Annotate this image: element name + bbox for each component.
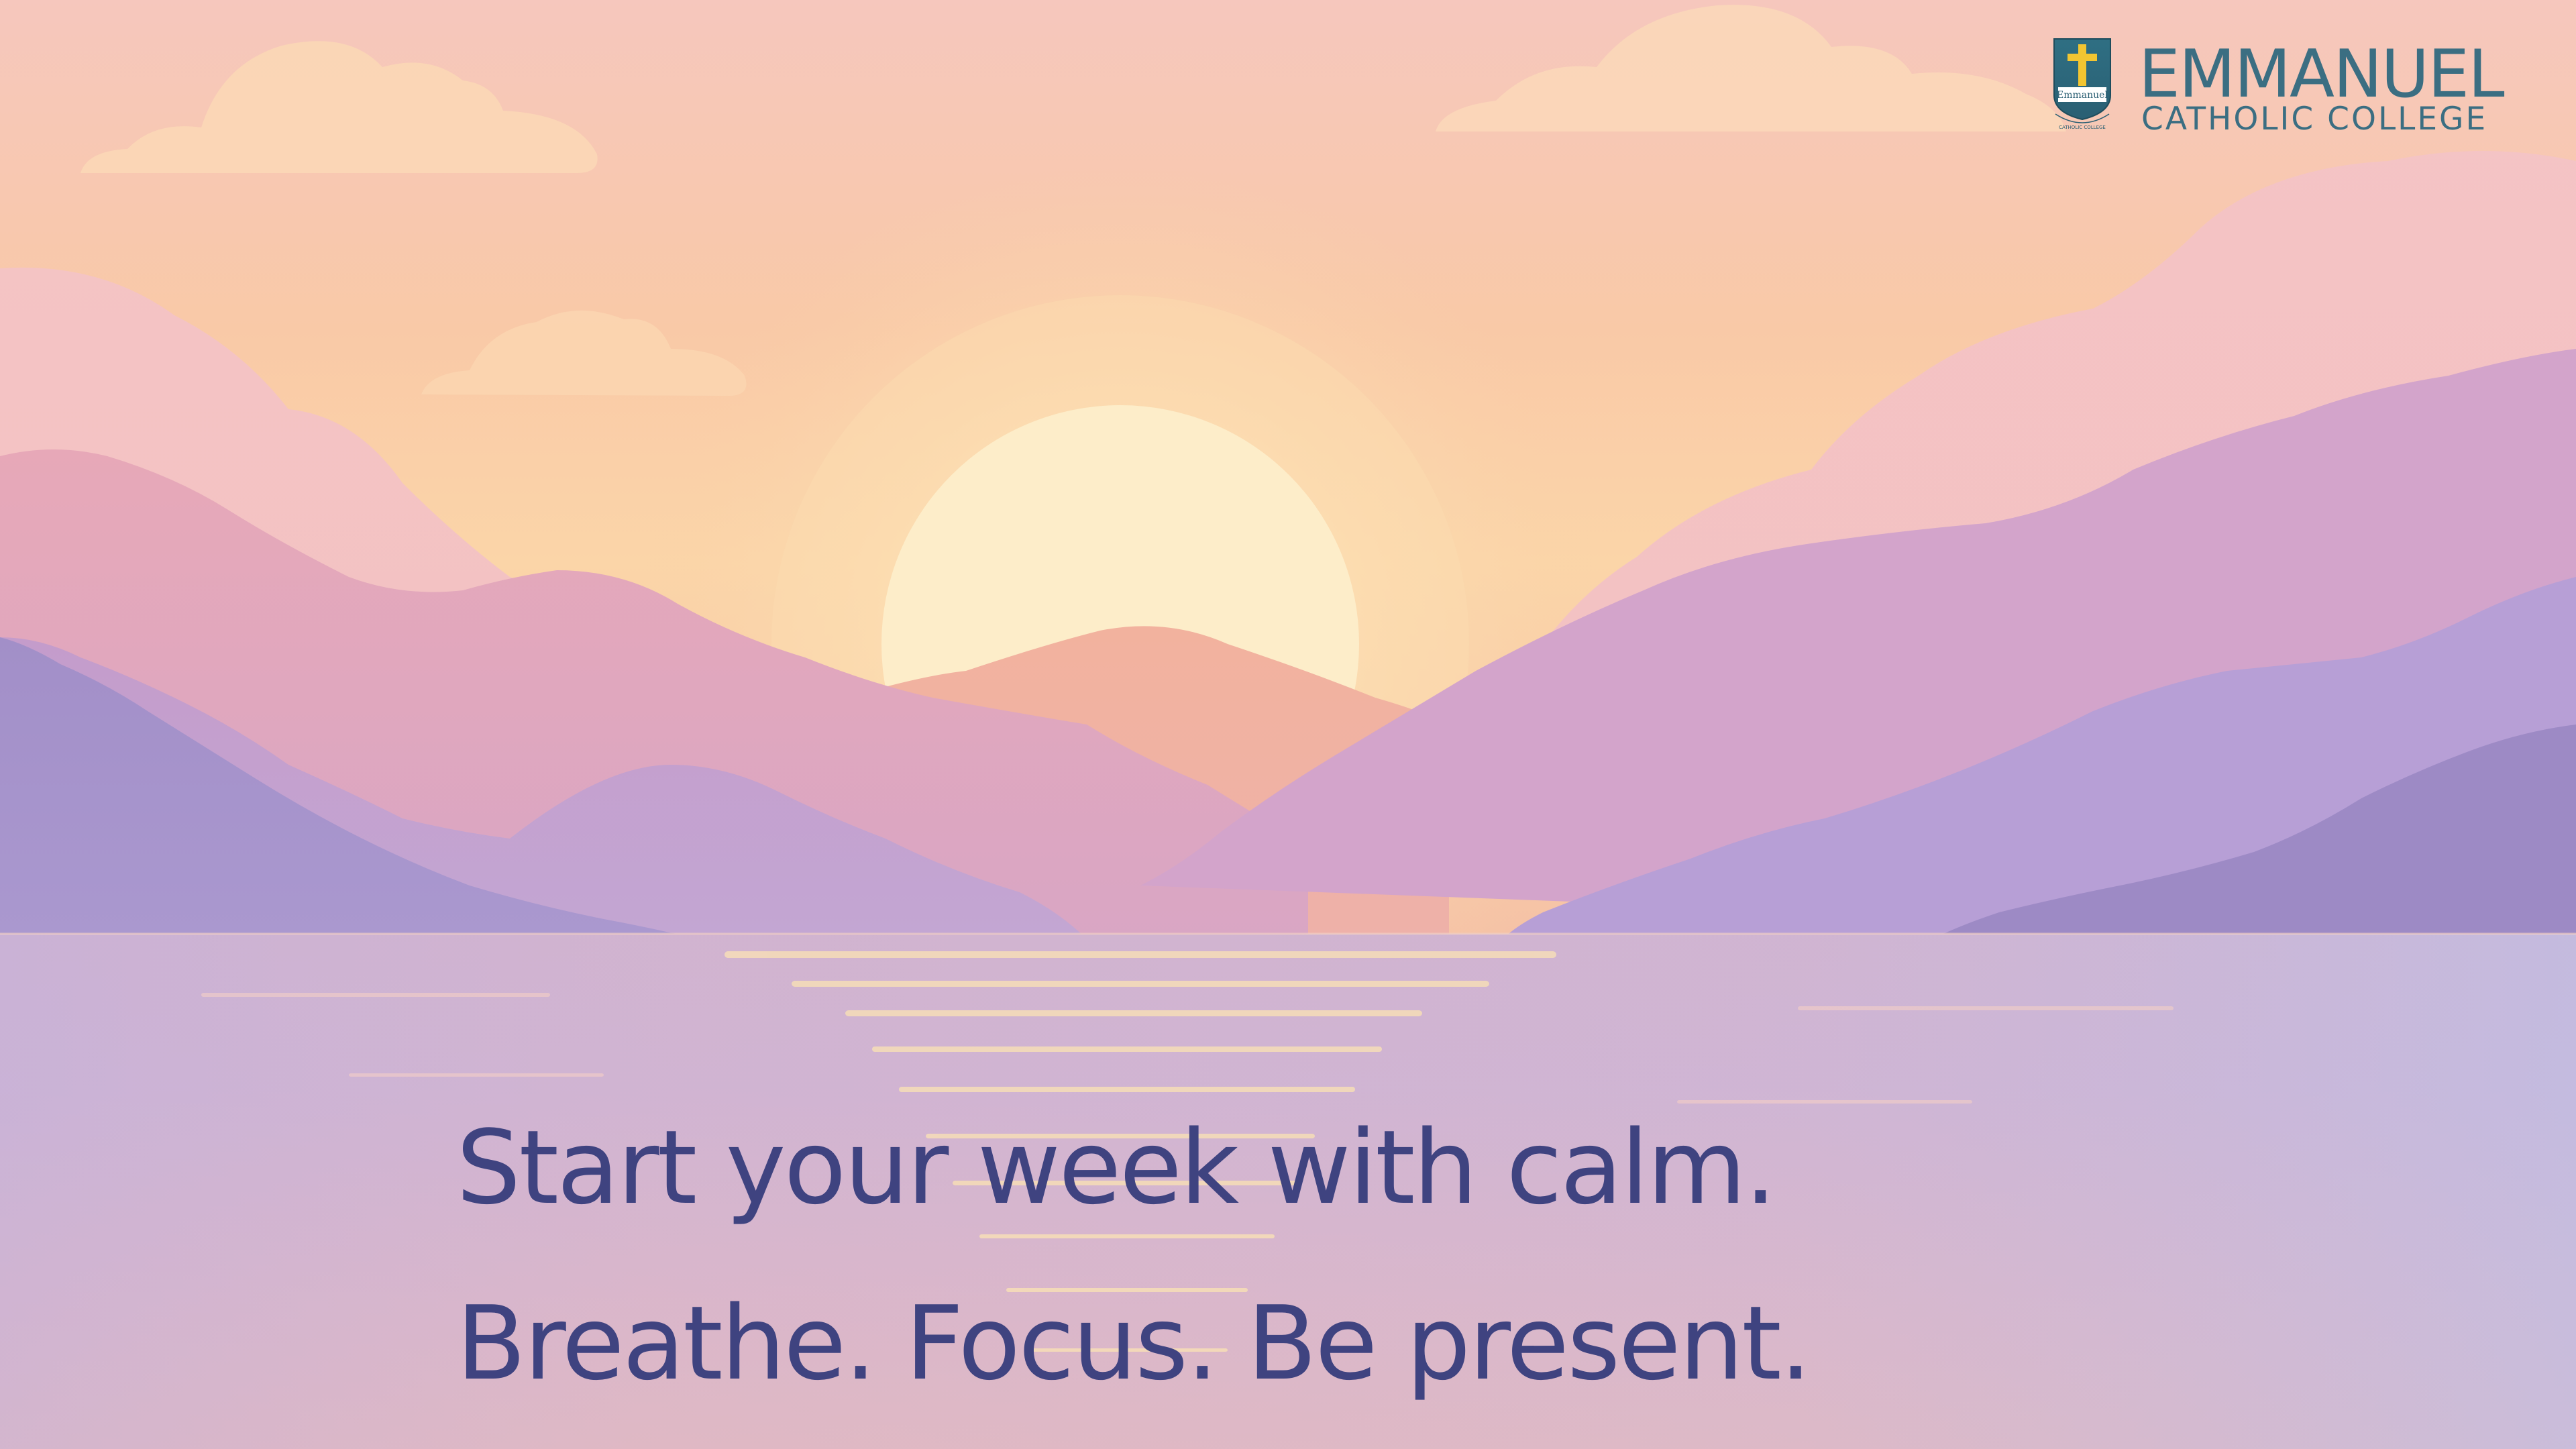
message-line-1: Start your week with calm. xyxy=(456,1108,1777,1227)
message-line-2: Breathe. Focus. Be present. xyxy=(456,1284,1812,1403)
wallpaper: Emmanuel CATHOLIC COLLEGE EMMANUEL CATHO… xyxy=(0,0,2576,1449)
college-logo: Emmanuel CATHOLIC COLLEGE EMMANUEL CATHO… xyxy=(2051,38,2548,138)
crest-text: Emmanuel xyxy=(2057,90,2108,101)
logo-subtitle: CATHOLIC COLLEGE xyxy=(2141,101,2488,138)
calm-message: Start your week with calm. Breathe. Focu… xyxy=(456,1080,1812,1432)
school-crest-icon: Emmanuel CATHOLIC COLLEGE xyxy=(2053,38,2111,130)
crest-ring-text: CATHOLIC COLLEGE xyxy=(2059,125,2106,130)
